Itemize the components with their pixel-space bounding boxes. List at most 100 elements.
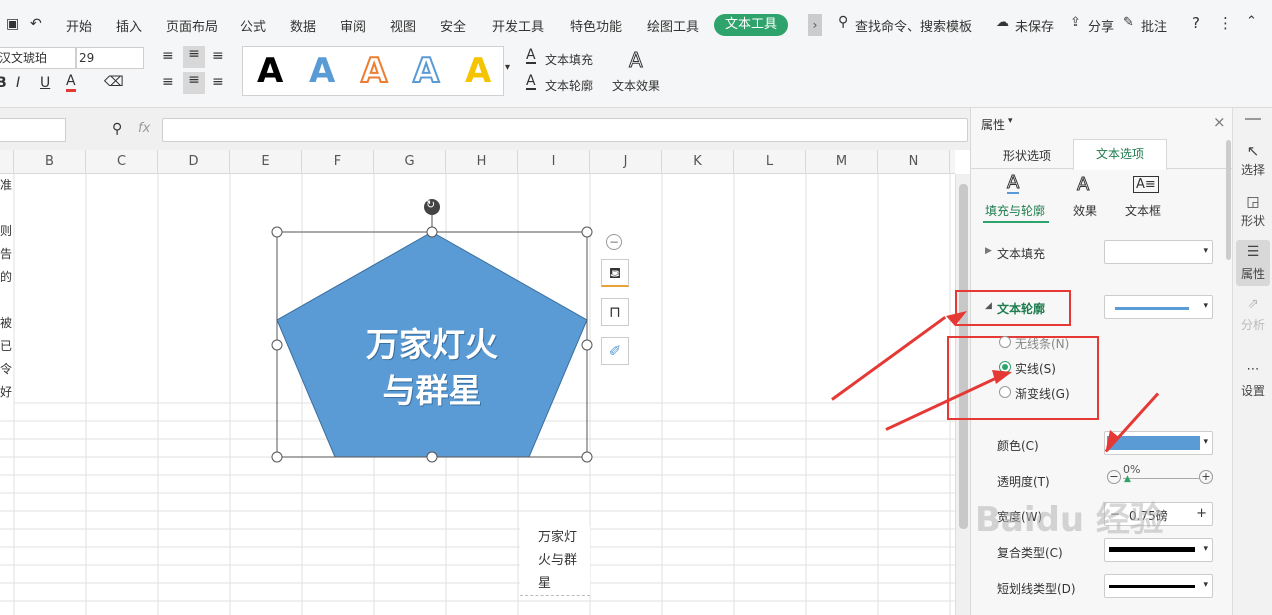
analysis-label[interactable]: 分析 [1233,316,1272,333]
more-menu-icon[interactable]: › [808,14,822,36]
radio-no-line[interactable] [999,336,1011,348]
align-bottom-icon[interactable]: ≡ [212,48,224,64]
shape-label[interactable]: 形状 [1233,212,1272,229]
col-j[interactable]: J [590,150,662,174]
col-i[interactable]: I [518,150,590,174]
brush-icon[interactable]: ✐ [601,337,629,365]
font-color-icon[interactable]: A [66,73,76,92]
style-blue[interactable]: A [309,51,335,91]
help-icon[interactable]: ? [1192,14,1200,32]
bold-icon[interactable]: B [0,75,7,91]
col-g[interactable]: G [374,150,446,174]
col-e[interactable]: E [230,150,302,174]
compound-type-dropdown[interactable]: ▾ [1104,538,1213,562]
formula-input[interactable] [162,118,968,142]
menu-review[interactable]: 审阅 [340,16,366,35]
gradient-line-label[interactable]: 渐变线(G) [1015,385,1070,402]
text-fill-button[interactable]: 文本填充 [545,51,593,68]
more-icon[interactable]: ⋮ [1218,14,1233,32]
menu-data[interactable]: 数据 [290,16,316,35]
col-b[interactable]: B [14,150,86,174]
col-l[interactable]: L [734,150,806,174]
zoom-icon[interactable]: ⚲ [112,121,122,137]
menu-insert[interactable]: 插入 [116,16,142,35]
expand-fill-icon[interactable]: ▶ [985,246,992,256]
dash-type-dropdown[interactable]: ▾ [1104,574,1213,598]
text-outline-label[interactable]: 文本轮廓 [997,300,1045,317]
menu-features[interactable]: 特色功能 [570,16,622,35]
comment-button[interactable]: 批注 [1141,16,1167,35]
select-label[interactable]: 选择 [1233,161,1272,178]
unsaved-status[interactable]: 未保存 [1015,16,1054,35]
align-right-icon[interactable]: ≡ [212,74,224,90]
align-top-icon[interactable]: ≡ [162,48,174,64]
style-orange-outline[interactable]: A [360,50,388,92]
shape-text[interactable]: 万家灯火 与群星 [332,322,532,414]
italic-icon[interactable]: I [16,75,20,91]
col-h[interactable]: H [446,150,518,174]
gallery-expand-icon[interactable]: ▾ [505,62,510,73]
save-icon[interactable]: ▣ [6,16,19,32]
menu-view[interactable]: 视图 [390,16,416,35]
tab-shape-options[interactable]: 形状选项 [1003,147,1051,164]
transparency-slider[interactable] [1123,478,1199,479]
transparency-minus-icon[interactable]: − [1107,470,1121,484]
col-f[interactable]: F [302,150,374,174]
col-c[interactable]: C [86,150,158,174]
col-m[interactable]: M [806,150,878,174]
property-label[interactable]: 属性 [1233,265,1272,282]
align-left-icon[interactable]: ≡ [162,74,174,90]
fill-icon[interactable]: ⛾ [601,259,629,287]
search-command[interactable]: 查找命令、搜索模板 [855,16,972,35]
align-middle-icon[interactable]: ≡ [183,46,205,68]
outline-icon[interactable]: ⊓ [601,298,629,326]
menu-page-layout[interactable]: 页面布局 [166,16,218,35]
fx-label[interactable]: fx [138,121,150,136]
close-icon[interactable]: × [1213,113,1226,131]
radio-gradient-line[interactable] [999,386,1011,398]
text-style-gallery[interactable]: A A A A A [242,46,504,96]
underline-icon[interactable]: U [40,75,50,91]
solid-line-label[interactable]: 实线(S) [1015,360,1056,377]
collapse-outline-icon[interactable]: ◢ [985,301,992,311]
no-line-label[interactable]: 无线条(N) [1015,335,1069,352]
collapse-icon[interactable]: ⌃ [1246,14,1257,29]
menu-developer[interactable]: 开发工具 [492,16,544,35]
subtab-textbox[interactable]: 文本框 [1125,202,1161,219]
name-box[interactable] [0,118,66,142]
panel-title[interactable]: 属性 [981,116,1005,133]
text-outline-dropdown[interactable]: ▾ [1104,295,1213,319]
menu-security[interactable]: 安全 [440,16,466,35]
select-cursor-icon[interactable]: ↖ [1233,142,1272,160]
menu-start[interactable]: 开始 [66,16,92,35]
text-outline-button[interactable]: 文本轮廓 [545,77,593,94]
col-d[interactable]: D [158,150,230,174]
settings-icon[interactable]: ⋯ [1233,362,1272,377]
transparency-plus-icon[interactable]: + [1199,470,1213,484]
style-blue-outline[interactable]: A [412,50,440,92]
analysis-icon[interactable]: ⇗ [1233,296,1272,312]
undo-icon[interactable]: ↶ [30,16,42,32]
subtab-effect[interactable]: 效果 [1073,202,1097,219]
subtab-fill-outline[interactable]: 填充与轮廓 [985,202,1045,219]
settings-label[interactable]: 设置 [1233,382,1272,399]
property-icon[interactable]: ☰ [1233,244,1272,260]
col-k[interactable]: K [662,150,734,174]
text-fill-dropdown[interactable]: ▾ [1104,240,1213,264]
font-size-select[interactable]: 29 [76,47,144,69]
text-fill-label[interactable]: 文本填充 [997,245,1045,262]
menu-formula[interactable]: 公式 [240,16,266,35]
cell-text[interactable]: 万家灯 火与群星 [520,526,590,596]
menu-drawing-tools[interactable]: 绘图工具 [647,16,699,35]
col-n[interactable]: N [878,150,950,174]
font-name-select[interactable]: 汉文琥珀 [0,47,76,69]
menu-text-tools[interactable]: 文本工具 [714,14,788,36]
shape-icon[interactable]: ◲ [1233,194,1272,210]
share-button[interactable]: 分享 [1088,16,1114,35]
align-center-icon[interactable]: ≡ [183,72,205,94]
minus-icon[interactable]: − [606,234,622,250]
style-yellow[interactable]: A [465,51,491,91]
text-effect-button[interactable]: 文本效果 [612,77,660,94]
eraser-icon[interactable]: ⌫ [104,74,124,90]
style-black[interactable]: A [257,51,283,91]
